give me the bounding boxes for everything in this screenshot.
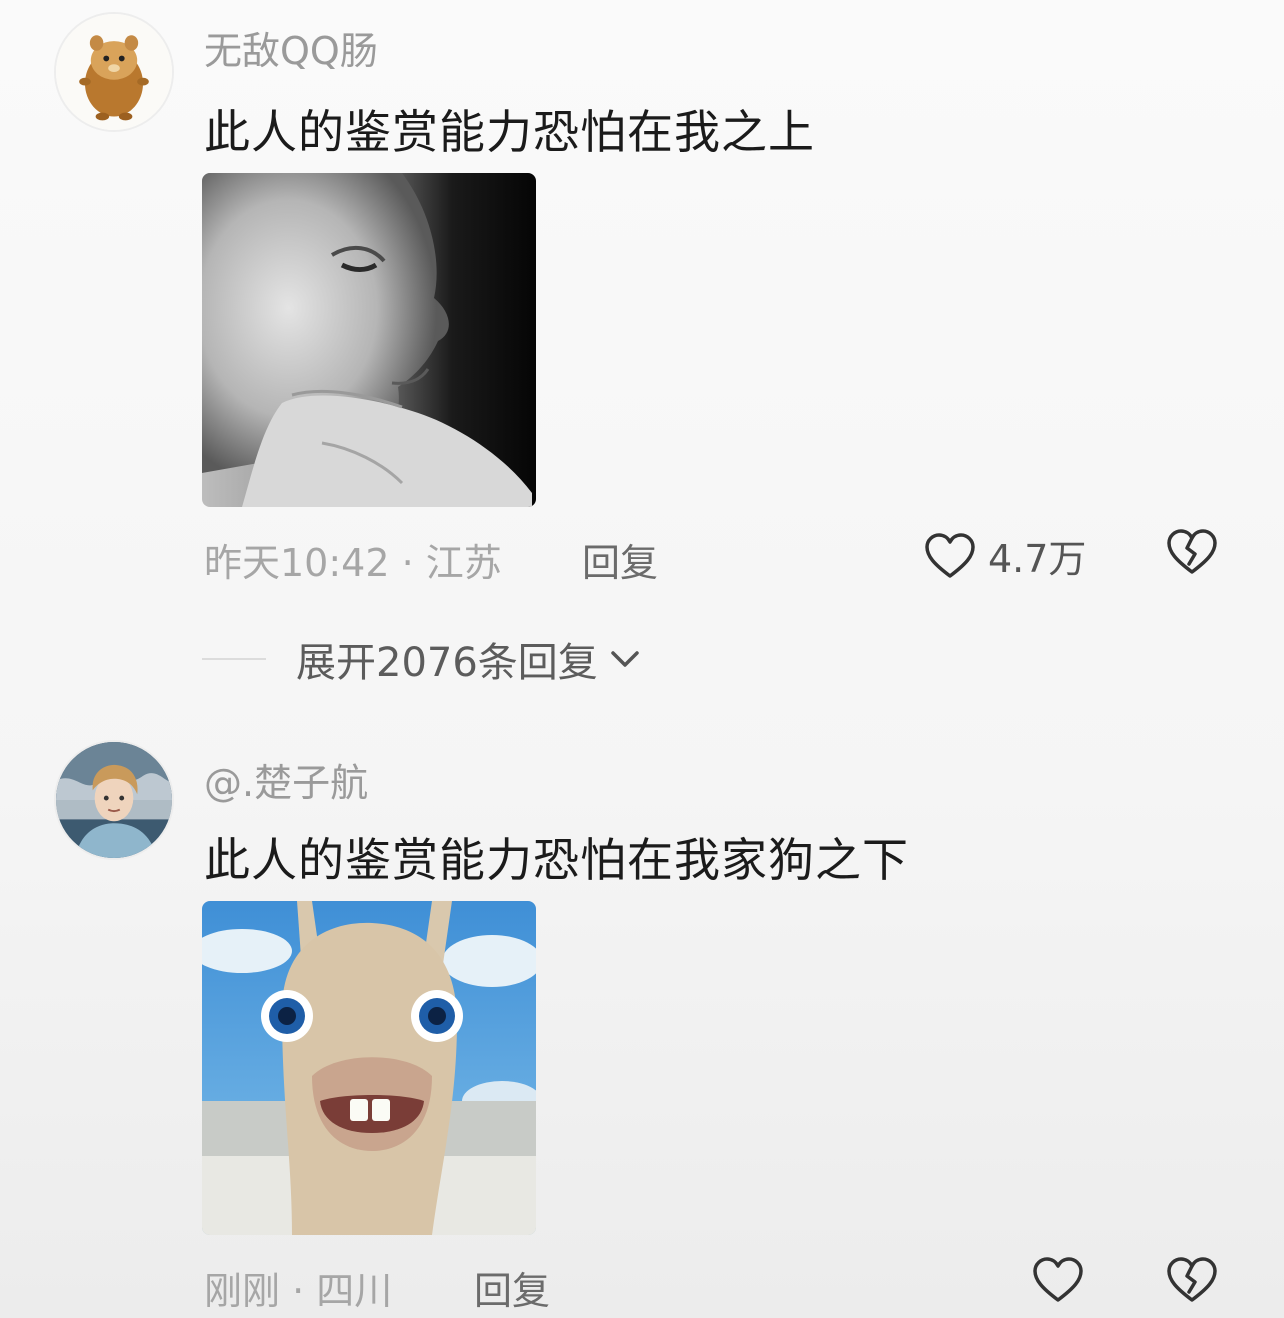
reply-button[interactable]: 回复 — [474, 1260, 550, 1315]
comment-timestamp-location: 刚刚 · 四川 — [204, 1269, 393, 1313]
comment-text: 此人的鉴赏能力恐怕在我之上 — [204, 105, 815, 159]
avatar[interactable] — [54, 740, 174, 860]
dislike-button[interactable] — [1166, 1256, 1218, 1304]
username[interactable]: 无敌QQ肠 — [204, 20, 378, 75]
comment-text: 此人的鉴赏能力恐怕在我家狗之下 — [204, 833, 909, 887]
avatar[interactable] — [54, 12, 174, 132]
username[interactable]: @.楚子航 — [204, 752, 368, 807]
comment-list: 无敌QQ肠 此人的鉴赏能力恐怕在我之上 昨天10:42 · 江苏 回复 4.7万… — [0, 0, 1284, 1318]
like-button[interactable] — [1032, 1256, 1096, 1304]
like-count: 4.7万 — [988, 537, 1087, 581]
broken-heart-icon — [1166, 528, 1218, 576]
expand-replies-button[interactable]: 展开2076条回复 — [202, 630, 642, 688]
expand-replies-label: 展开2076条回复 — [296, 640, 598, 686]
person-avatar-image — [56, 742, 172, 858]
comment-timestamp-location: 昨天10:42 · 江苏 — [204, 541, 502, 585]
broken-heart-icon — [1166, 1256, 1218, 1304]
hamster-avatar-image — [56, 14, 172, 130]
divider — [202, 658, 266, 660]
heart-outline-icon — [924, 532, 976, 580]
rabbid-image — [202, 901, 536, 1235]
dislike-button[interactable] — [1166, 528, 1218, 576]
heart-outline-icon — [1032, 1256, 1084, 1304]
like-button[interactable]: 4.7万 — [924, 528, 1086, 583]
comment-image[interactable] — [202, 173, 536, 507]
chevron-down-icon — [608, 647, 642, 671]
comment-image[interactable] — [202, 901, 536, 1235]
reply-button[interactable]: 回复 — [582, 532, 658, 587]
baby-photo-image — [202, 173, 536, 507]
